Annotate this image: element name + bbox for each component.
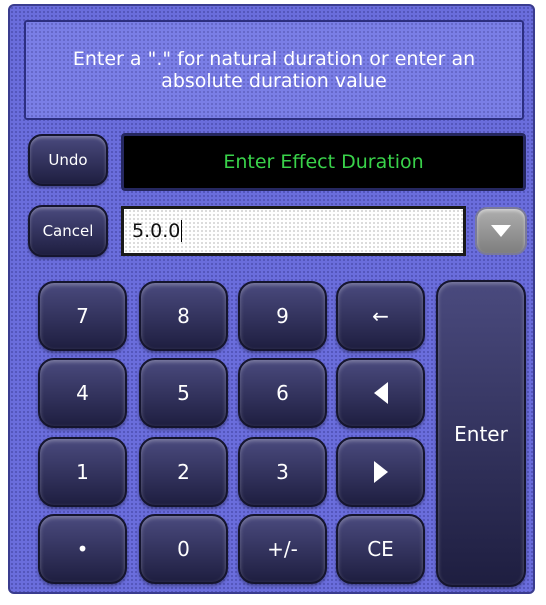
key-4[interactable]: 4 <box>38 358 127 428</box>
triangle-down-icon <box>491 222 511 241</box>
key-8[interactable]: 8 <box>139 281 228 351</box>
decimal-point-key[interactable]: • <box>38 514 127 584</box>
key-3[interactable]: 3 <box>238 437 327 507</box>
field-title: Enter Effect Duration <box>121 133 526 191</box>
backspace-key[interactable]: ← <box>336 281 425 351</box>
text-caret <box>181 220 183 242</box>
key-0[interactable]: 0 <box>139 514 228 584</box>
instruction-prompt: Enter a "." for natural duration or ente… <box>24 20 524 120</box>
plus-minus-key[interactable]: +/- <box>238 514 327 584</box>
key-6[interactable]: 6 <box>238 358 327 428</box>
key-7[interactable]: 7 <box>38 281 127 351</box>
cursor-right-key[interactable] <box>336 437 425 507</box>
key-1[interactable]: 1 <box>38 437 127 507</box>
duration-input[interactable]: 5.0.0 <box>121 206 466 256</box>
key-5[interactable]: 5 <box>139 358 228 428</box>
triangle-right-icon <box>373 461 388 483</box>
key-9[interactable]: 9 <box>238 281 327 351</box>
cursor-left-key[interactable] <box>336 358 425 428</box>
enter-key[interactable]: Enter <box>436 280 526 587</box>
key-2[interactable]: 2 <box>139 437 228 507</box>
dropdown-button[interactable] <box>475 207 527 255</box>
duration-value: 5.0.0 <box>132 220 181 242</box>
cancel-button[interactable]: Cancel <box>28 205 108 257</box>
clear-entry-key[interactable]: CE <box>336 514 425 584</box>
undo-button[interactable]: Undo <box>28 134 108 186</box>
triangle-left-icon <box>373 382 388 404</box>
